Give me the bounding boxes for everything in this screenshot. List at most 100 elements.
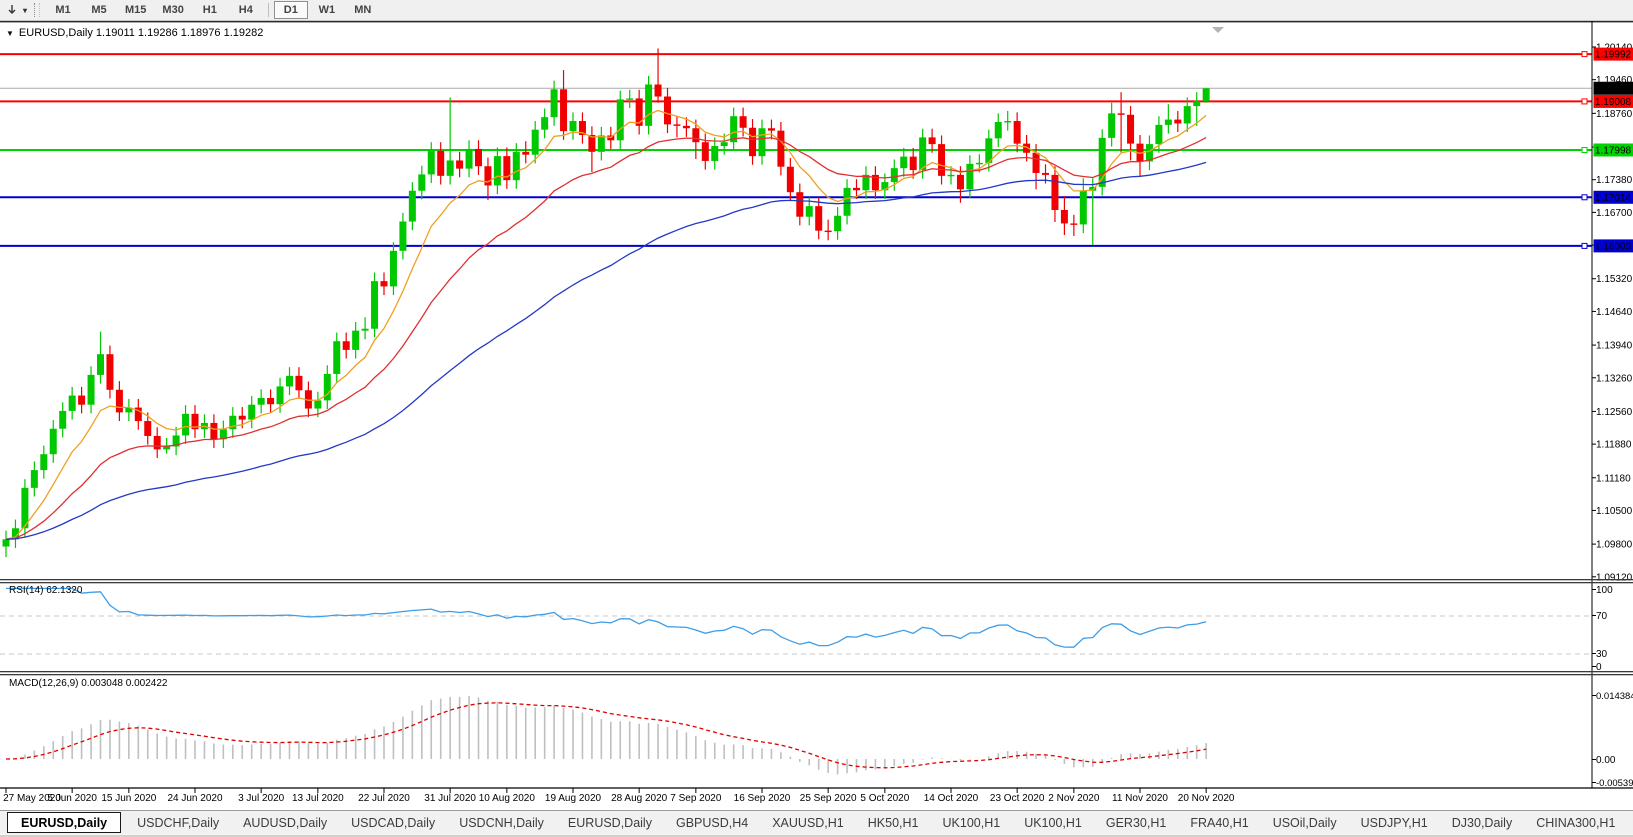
price-axis-label: 1.16700 bbox=[1596, 208, 1633, 219]
candle-up bbox=[948, 175, 955, 176]
timeframe-buttons: M1M5M15M30H1H4 D1W1MN bbox=[45, 1, 381, 19]
timeframe-button-h1[interactable]: H1 bbox=[193, 1, 227, 19]
chart-tab-uk100-h1[interactable]: UK100,H1 bbox=[1013, 811, 1093, 834]
candle-down bbox=[796, 192, 803, 217]
timeframe-button-m15[interactable]: M15 bbox=[118, 1, 153, 19]
candle-down bbox=[484, 166, 491, 185]
chart-tab-usoil-daily[interactable]: USOil,Daily bbox=[1262, 811, 1348, 834]
price-axis-label: 1.11180 bbox=[1596, 473, 1631, 484]
timeframe-button-m5[interactable]: M5 bbox=[82, 1, 116, 19]
chart-tab-usdjpy-h1[interactable]: USDJPY,H1 bbox=[1350, 811, 1439, 834]
candle-up bbox=[447, 160, 454, 175]
candle-down bbox=[910, 157, 917, 170]
candle-down bbox=[655, 85, 662, 97]
chart-tab-xauusd-h1[interactable]: XAUUSD,H1 bbox=[761, 811, 855, 834]
chart-tab-china300-h1[interactable]: CHINA300,H1 bbox=[1525, 811, 1626, 834]
chart-tab-fra40-h1[interactable]: FRA40,H1 bbox=[1179, 811, 1259, 834]
timeframe-button-h4[interactable]: H4 bbox=[229, 1, 263, 19]
chart-tab-usdcad-daily[interactable]: USDCAD,Daily bbox=[340, 811, 446, 834]
candle-up bbox=[532, 130, 539, 155]
main-pane bbox=[0, 48, 1592, 557]
candle-up bbox=[806, 206, 813, 217]
line-anchor-marker bbox=[1582, 147, 1587, 152]
timeframe-button-d1[interactable]: D1 bbox=[274, 1, 308, 19]
candle-down bbox=[78, 396, 85, 405]
candle-down bbox=[702, 142, 709, 161]
toolbar-grip[interactable] bbox=[34, 3, 40, 17]
candle-up bbox=[1108, 113, 1115, 138]
toolbar-separator bbox=[268, 3, 269, 17]
timeframe-button-w1[interactable]: W1 bbox=[310, 1, 344, 19]
chart-tab-usdchf-daily[interactable]: USDCHF,Daily bbox=[126, 811, 230, 834]
price-chart-canvas[interactable]: 1.201401.194601.187601.180601.173801.167… bbox=[0, 21, 1633, 806]
chart-tab-dj30-daily[interactable]: DJ30,Daily bbox=[1441, 811, 1523, 834]
pane-separator[interactable] bbox=[0, 674, 1633, 675]
date-axis-label: 23 Oct 2020 bbox=[990, 793, 1045, 804]
candle-down bbox=[749, 128, 756, 156]
date-axis-label: 13 Jul 2020 bbox=[292, 793, 344, 804]
pane-separator[interactable] bbox=[0, 671, 1633, 672]
chart-tab-ger30-h1[interactable]: GER30,H1 bbox=[1095, 811, 1177, 834]
chart-tab-eurusd-daily[interactable]: EURUSD,Daily bbox=[7, 812, 121, 833]
candle-down bbox=[664, 97, 671, 125]
price-axis-label: 1.13260 bbox=[1596, 373, 1633, 384]
chart-tab-gbpusd-h4[interactable]: GBPUSD,H4 bbox=[665, 811, 759, 834]
rsi-axis-label: 70 bbox=[1596, 611, 1608, 622]
candle-down bbox=[239, 416, 246, 420]
candle-up bbox=[352, 331, 359, 350]
candle-up bbox=[626, 98, 633, 99]
candle-up bbox=[1193, 101, 1200, 106]
candle-up bbox=[976, 163, 983, 164]
toolbar-dropdown-caret[interactable]: ▾ bbox=[20, 6, 30, 15]
date-axis-label: 28 Aug 2020 bbox=[611, 793, 668, 804]
chart-area[interactable]: 1.201401.194601.187601.180601.173801.167… bbox=[0, 21, 1633, 806]
candle-down bbox=[437, 151, 444, 176]
date-axis-label: 24 Jun 2020 bbox=[167, 793, 222, 804]
chart-tab-usoil-h1[interactable]: USOil,H1 bbox=[1628, 811, 1633, 834]
price-axis-label: 1.12560 bbox=[1596, 407, 1633, 418]
line-anchor-marker bbox=[1582, 195, 1587, 200]
chart-tab-eurusd-daily[interactable]: EURUSD,Daily bbox=[557, 811, 663, 834]
price-tag-text: 1.17998 bbox=[1595, 145, 1632, 156]
candle-up bbox=[494, 156, 501, 185]
chart-cursor-icon[interactable] bbox=[4, 3, 20, 18]
price-tag-text: 1.19008 bbox=[1595, 97, 1632, 108]
candle-up bbox=[88, 375, 95, 405]
candle-up bbox=[645, 85, 652, 126]
candle-up bbox=[399, 222, 406, 251]
rsi-indicator-label: RSI(14) 62.1320 bbox=[9, 585, 82, 596]
date-axis-label: 22 Jul 2020 bbox=[358, 793, 410, 804]
candle-down bbox=[560, 89, 567, 131]
candle-down bbox=[683, 126, 690, 128]
candle-down bbox=[938, 144, 945, 176]
chart-tab-hk50-h1[interactable]: HK50,H1 bbox=[857, 811, 930, 834]
macd-indicator-label: MACD(12,26,9) 0.003048 0.002422 bbox=[9, 678, 167, 689]
timeframe-button-mn[interactable]: MN bbox=[346, 1, 380, 19]
candle-down bbox=[692, 128, 699, 142]
pane-separator[interactable] bbox=[0, 582, 1633, 583]
candle-up bbox=[390, 251, 397, 287]
date-axis-label: 20 Nov 2020 bbox=[1178, 793, 1235, 804]
title-marker-icon: ▼ bbox=[6, 29, 14, 38]
chart-tab-uk100-h1[interactable]: UK100,H1 bbox=[932, 811, 1012, 834]
candle-down bbox=[673, 124, 680, 125]
ma-line-fast bbox=[6, 111, 1206, 540]
candle-down bbox=[1061, 210, 1068, 223]
candle-up bbox=[40, 454, 47, 470]
timeframe-button-m1[interactable]: M1 bbox=[46, 1, 80, 19]
candle-up bbox=[759, 128, 766, 156]
candle-up bbox=[1004, 121, 1011, 122]
price-axis-label: 1.18760 bbox=[1596, 109, 1633, 120]
date-axis-label: 19 Aug 2020 bbox=[545, 793, 602, 804]
pane-separator[interactable] bbox=[0, 579, 1633, 580]
chart-tab-usdcnh-daily[interactable]: USDCNH,Daily bbox=[448, 811, 555, 834]
chart-tabbar: EURUSD,DailyUSDCHF,DailyAUDUSD,DailyUSDC… bbox=[0, 810, 1633, 834]
candle-up bbox=[995, 122, 1002, 138]
timeframe-button-m30[interactable]: M30 bbox=[155, 1, 190, 19]
chart-tab-audusd-daily[interactable]: AUDUSD,Daily bbox=[232, 811, 338, 834]
chart-shift-marker-icon bbox=[1212, 27, 1224, 33]
candle-down bbox=[815, 206, 822, 231]
candle-down bbox=[1070, 223, 1077, 224]
line-anchor-marker bbox=[1582, 99, 1587, 104]
line-anchor-marker bbox=[1582, 52, 1587, 57]
